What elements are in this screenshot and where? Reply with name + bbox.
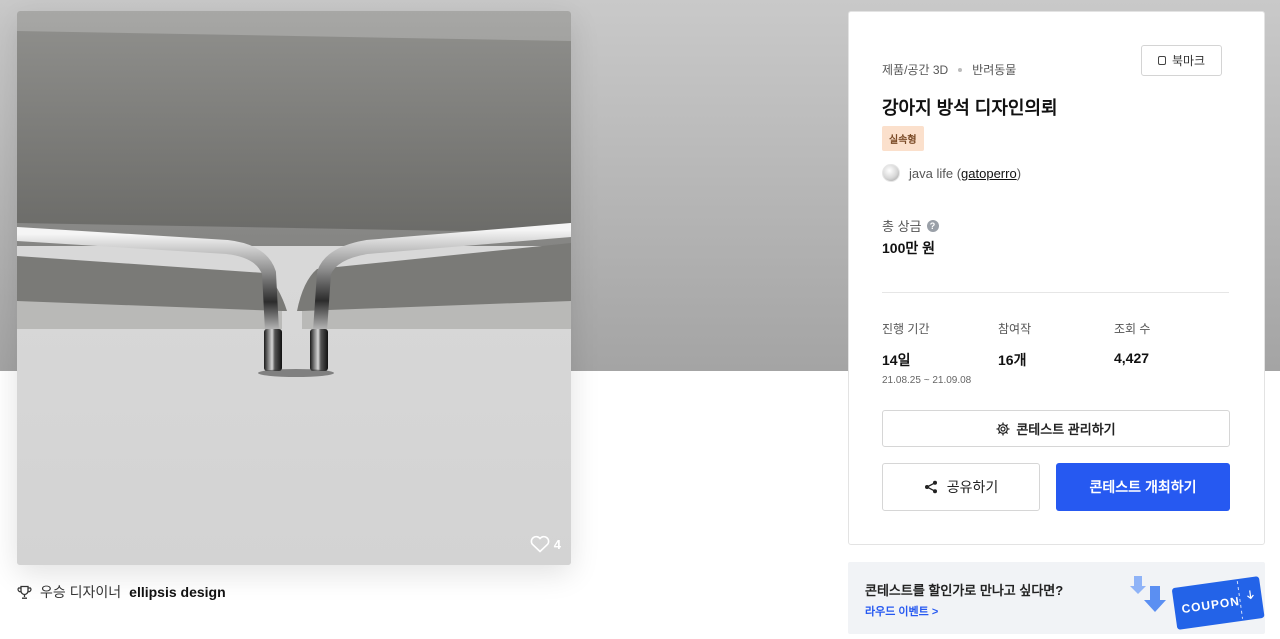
winner-prefix: 우승 디자이너 [40, 584, 122, 600]
bookmark-button[interactable]: 북마크 [1141, 45, 1222, 76]
period-value: 14일 [882, 352, 911, 368]
bookmark-icon [1157, 56, 1166, 65]
arrow-down-icon [1144, 586, 1166, 612]
share-button[interactable]: 공유하기 [882, 463, 1040, 511]
banner-title: 콘테스트를 할인가로 만나고 싶다면? [865, 583, 1064, 598]
separator-dot [958, 67, 963, 72]
bookmark-label: 북마크 [1171, 54, 1206, 68]
category-link[interactable]: 제품/공간 3D [882, 61, 948, 78]
winner-name[interactable]: ellipsis design [129, 584, 225, 600]
prize-value: 100만 원 [882, 240, 936, 256]
trophy-icon [17, 585, 32, 599]
contest-title: 강아지 방석 디자인의뢰 [882, 98, 1058, 118]
contest-type-badge: 실속형 [882, 126, 924, 151]
stat-period: 진행 기간 14일 21.08.25 ~ 21.09.08 [882, 320, 971, 386]
host-name: java life ( [909, 165, 962, 181]
contest-host: java life (gatoperro) [882, 164, 1021, 182]
coupon-event-banner[interactable]: 콘테스트를 할인가로 만나고 싶다면? 라우드 이벤트 > COUPON [848, 562, 1265, 634]
help-icon[interactable]: ? [926, 219, 939, 232]
divider [882, 292, 1229, 293]
period-range: 21.08.25 ~ 21.09.08 [882, 375, 972, 386]
arrow-down-icon [1130, 576, 1146, 594]
dog-cushion-render [17, 11, 571, 565]
views-label: 조회 수 [1114, 322, 1151, 336]
banner-event-link[interactable]: 라우드 이벤트 > [865, 603, 938, 619]
subcategory-link[interactable]: 반려동물 [972, 61, 1016, 78]
contest-info-panel: 제품/공간 3D 반려동물 북마크 강아지 방석 디자인의뢰 실속형 java … [848, 11, 1265, 545]
winning-artwork-image[interactable]: 4 [17, 11, 571, 565]
manage-contest-label: 콘테스트 관리하기 [1016, 422, 1116, 437]
prize-label: 총 상금 ? [882, 216, 939, 235]
coupon-illustration: COUPON [1130, 576, 1265, 630]
stat-views: 조회 수 4,427 [1114, 320, 1150, 366]
host-close: ) [1016, 165, 1022, 181]
category-breadcrumb: 제품/공간 3D 반려동물 [882, 61, 1016, 78]
period-label: 진행 기간 [882, 322, 930, 336]
winner-designer: 우승 디자이너 ellipsis design [17, 582, 226, 602]
host-contest-button[interactable]: 콘테스트 개최하기 [1056, 463, 1230, 511]
gear-icon [996, 421, 1010, 436]
entries-value: 16개 [998, 352, 1027, 368]
manage-contest-button[interactable]: 콘테스트 관리하기 [882, 410, 1230, 447]
views-value: 4,427 [1114, 350, 1150, 366]
heart-icon [530, 535, 550, 553]
host-avatar[interactable] [882, 164, 900, 182]
entries-label: 참여작 [998, 322, 1032, 336]
like-counter[interactable]: 4 [530, 535, 561, 553]
share-label: 공유하기 [946, 479, 999, 495]
prize-label-text: 총 상금 [882, 219, 922, 234]
stat-entries: 참여작 16개 [998, 320, 1031, 370]
share-icon [924, 480, 937, 494]
like-count: 4 [553, 536, 561, 552]
host-handle-link[interactable]: gatoperro [961, 166, 1017, 181]
